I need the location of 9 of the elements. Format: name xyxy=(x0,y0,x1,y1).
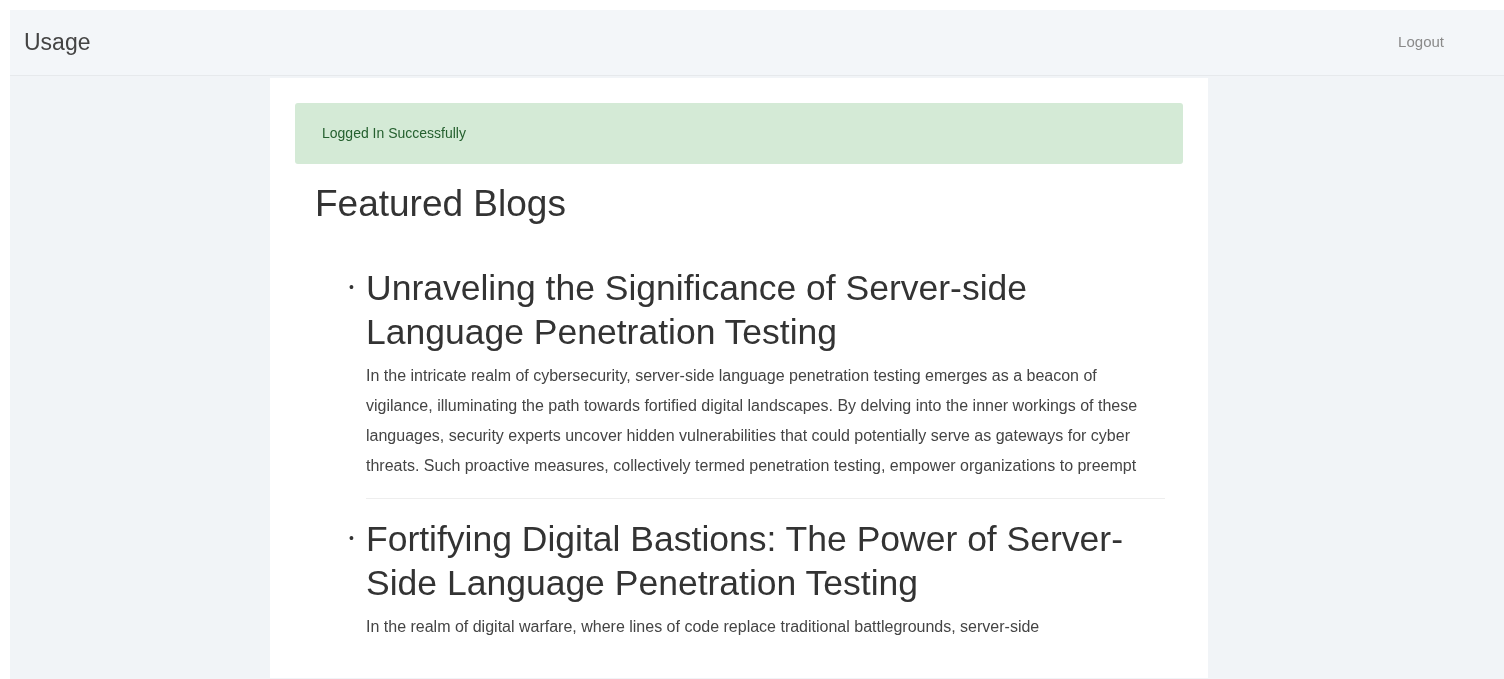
list-bullet: • xyxy=(349,529,354,549)
brand-title[interactable]: Usage xyxy=(24,25,91,60)
page-heading: Featured Blogs xyxy=(315,182,567,226)
blog-title: Fortifying Digital Bastions: The Power of Server-Side Language Penetration Testing xyxy=(366,518,1124,606)
blog-title: Unraveling the Significance of Server-side Language Penetration Testing xyxy=(366,267,1029,355)
success-alert: Logged In Successfully xyxy=(295,103,1183,164)
blog-excerpt: In the intricate realm of cybersecurity, server-side language penetration testing emerges as a beacon of vigilance, illuminating the path towards fortified digital landscapes. By delving into the inner workings of these languages, security experts uncover hidden vulnerabilities that could potentially serve as gateways for cyber threats. Such proactive measures, collectively termed penetration testing, empower organizations to preempt xyxy=(366,366,1139,477)
blog-excerpt: In the realm of digital warfare, where lines of code replace traditional battlegrounds, server-side xyxy=(366,617,1041,638)
list-bullet: • xyxy=(349,278,354,298)
